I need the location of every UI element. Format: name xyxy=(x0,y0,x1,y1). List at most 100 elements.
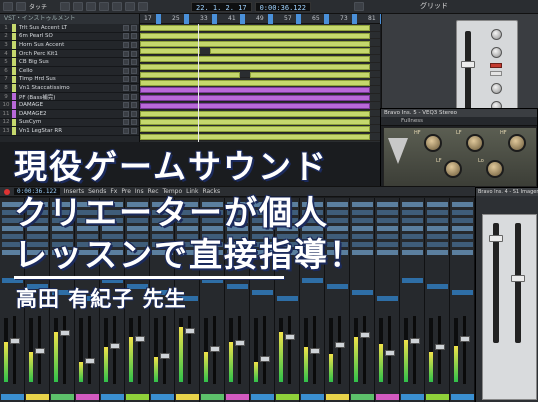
routing-tag[interactable] xyxy=(227,284,248,289)
channel-fader[interactable] xyxy=(85,358,95,364)
channel-fader[interactable] xyxy=(360,332,370,338)
midi-clip[interactable] xyxy=(140,56,370,63)
arrange-area[interactable] xyxy=(140,24,380,142)
midi-clip[interactable] xyxy=(140,25,370,31)
track-row[interactable]: 2 6m Pearl SO xyxy=(0,32,139,42)
track-solo-button[interactable] xyxy=(131,24,137,31)
arrange-lane[interactable] xyxy=(140,110,380,118)
track-row[interactable]: 1 Trlt Sus Accent LT xyxy=(0,24,139,33)
channel-name-strip[interactable] xyxy=(301,394,324,400)
insert-slot[interactable] xyxy=(452,210,473,215)
channel-name-strip[interactable] xyxy=(401,394,424,400)
channel-fader[interactable] xyxy=(385,350,395,356)
track-mute-button[interactable] xyxy=(123,110,129,117)
track-name[interactable]: Trlt Sus Accent LT xyxy=(16,25,123,31)
track-solo-button[interactable] xyxy=(131,84,137,91)
bypass-button[interactable] xyxy=(490,63,502,68)
track-row[interactable]: 7 Timp Hrd Sus xyxy=(0,75,139,85)
arrange-lane[interactable] xyxy=(140,24,380,32)
eq-hf-gain-knob[interactable] xyxy=(424,134,442,152)
channel-fader[interactable] xyxy=(110,343,120,349)
midi-clip[interactable] xyxy=(140,40,370,47)
arrange-lane[interactable] xyxy=(140,40,380,48)
tool-glue-button[interactable] xyxy=(99,2,110,11)
midi-clip[interactable] xyxy=(140,71,240,78)
eq-plugin-title[interactable]: Bravo Ins. 5 - VEQ3 Stereo xyxy=(381,109,537,117)
track-name[interactable]: Vn1 LegStar RR xyxy=(16,128,123,134)
insert-slot[interactable] xyxy=(402,218,423,223)
channel-name-strip[interactable] xyxy=(176,394,199,400)
midi-clip[interactable] xyxy=(140,32,370,39)
eq-preset-bar[interactable]: Fullness xyxy=(381,117,537,126)
track-name[interactable]: Vn1 Staccatissimo xyxy=(16,85,123,91)
playhead-cursor[interactable] xyxy=(198,24,199,142)
tool-split-button[interactable] xyxy=(86,2,97,11)
arrange-lane[interactable] xyxy=(140,32,380,40)
mid-knob[interactable] xyxy=(491,47,502,58)
track-name[interactable]: Timp Hrd Sus xyxy=(16,76,123,82)
channel-fader[interactable] xyxy=(35,348,45,354)
channel-fader[interactable] xyxy=(310,348,320,354)
tool-mute-button[interactable] xyxy=(138,2,149,11)
arrange-lane[interactable] xyxy=(140,55,380,63)
input-fader[interactable] xyxy=(461,61,475,68)
track-mute-button[interactable] xyxy=(123,41,129,48)
channel-fader[interactable] xyxy=(410,338,420,344)
track-solo-button[interactable] xyxy=(131,93,137,100)
channel-fader[interactable] xyxy=(260,356,270,362)
insert-slot[interactable] xyxy=(377,202,398,207)
insert-slot[interactable] xyxy=(427,202,448,207)
touch-mode-label[interactable]: タッチ xyxy=(29,2,47,11)
track-mute-button[interactable] xyxy=(123,76,129,83)
track-row[interactable]: 8 Vn1 Staccatissimo xyxy=(0,84,139,93)
channel-fader[interactable] xyxy=(185,328,195,334)
routing-tag[interactable] xyxy=(452,290,473,295)
grid-label[interactable]: グリッド xyxy=(420,1,448,11)
track-solo-button[interactable] xyxy=(131,67,137,74)
channel-name-strip[interactable] xyxy=(326,394,349,400)
insert-slot[interactable] xyxy=(427,242,448,247)
arrange-lane[interactable] xyxy=(140,102,380,110)
channel-name-strip[interactable] xyxy=(51,394,74,400)
arrange-lane[interactable] xyxy=(140,71,380,79)
track-mute-button[interactable] xyxy=(123,24,129,31)
routing-tag[interactable] xyxy=(352,290,373,295)
arrange-lane[interactable] xyxy=(140,63,380,71)
track-row[interactable]: 11 DAMAGE2 xyxy=(0,109,139,119)
channel-fader[interactable] xyxy=(210,346,220,352)
midi-clip[interactable] xyxy=(140,118,370,125)
channel-name-strip[interactable] xyxy=(426,394,449,400)
insert-slot[interactable] xyxy=(452,234,473,239)
insert-slot[interactable] xyxy=(427,250,448,255)
insert-slot[interactable] xyxy=(327,218,348,223)
track-name[interactable]: Orch Perc Kit1 xyxy=(16,51,123,57)
track-solo-button[interactable] xyxy=(131,50,137,57)
channel-fader[interactable] xyxy=(335,342,345,348)
track-name[interactable]: DAMAGE2 xyxy=(16,111,123,117)
arrange-lane[interactable] xyxy=(140,86,380,94)
channel-name-strip[interactable] xyxy=(126,394,149,400)
insert-slot[interactable] xyxy=(427,218,448,223)
track-mute-button[interactable] xyxy=(123,67,129,74)
track-solo-button[interactable] xyxy=(131,33,137,40)
midi-clip[interactable] xyxy=(140,95,370,102)
timeline-ruler[interactable]: 17 25 33 41 49 57 65 73 81 xyxy=(140,14,385,24)
insert-slot[interactable] xyxy=(352,218,373,223)
track-mute-button[interactable] xyxy=(123,102,129,109)
routing-tag[interactable] xyxy=(252,290,273,295)
track-row[interactable]: 5 CB Big Sus xyxy=(0,58,139,67)
auto-mode-button[interactable] xyxy=(16,2,26,11)
insert-slot[interactable] xyxy=(377,250,398,255)
track-name[interactable]: DAMAGE xyxy=(16,102,123,108)
snap-button[interactable] xyxy=(353,2,364,11)
time-display[interactable]: 0:00:36.122 xyxy=(254,1,311,12)
insert-slot[interactable] xyxy=(377,218,398,223)
eq-lf-gain-knob[interactable] xyxy=(466,134,484,152)
routing-tag[interactable] xyxy=(302,278,323,283)
arrange-lane[interactable] xyxy=(140,125,380,133)
channel-name-strip[interactable] xyxy=(201,394,224,400)
routing-tag[interactable] xyxy=(277,296,298,301)
channel-name-strip[interactable] xyxy=(251,394,274,400)
insert-slot[interactable] xyxy=(452,242,473,247)
channel-fader[interactable] xyxy=(135,336,145,342)
